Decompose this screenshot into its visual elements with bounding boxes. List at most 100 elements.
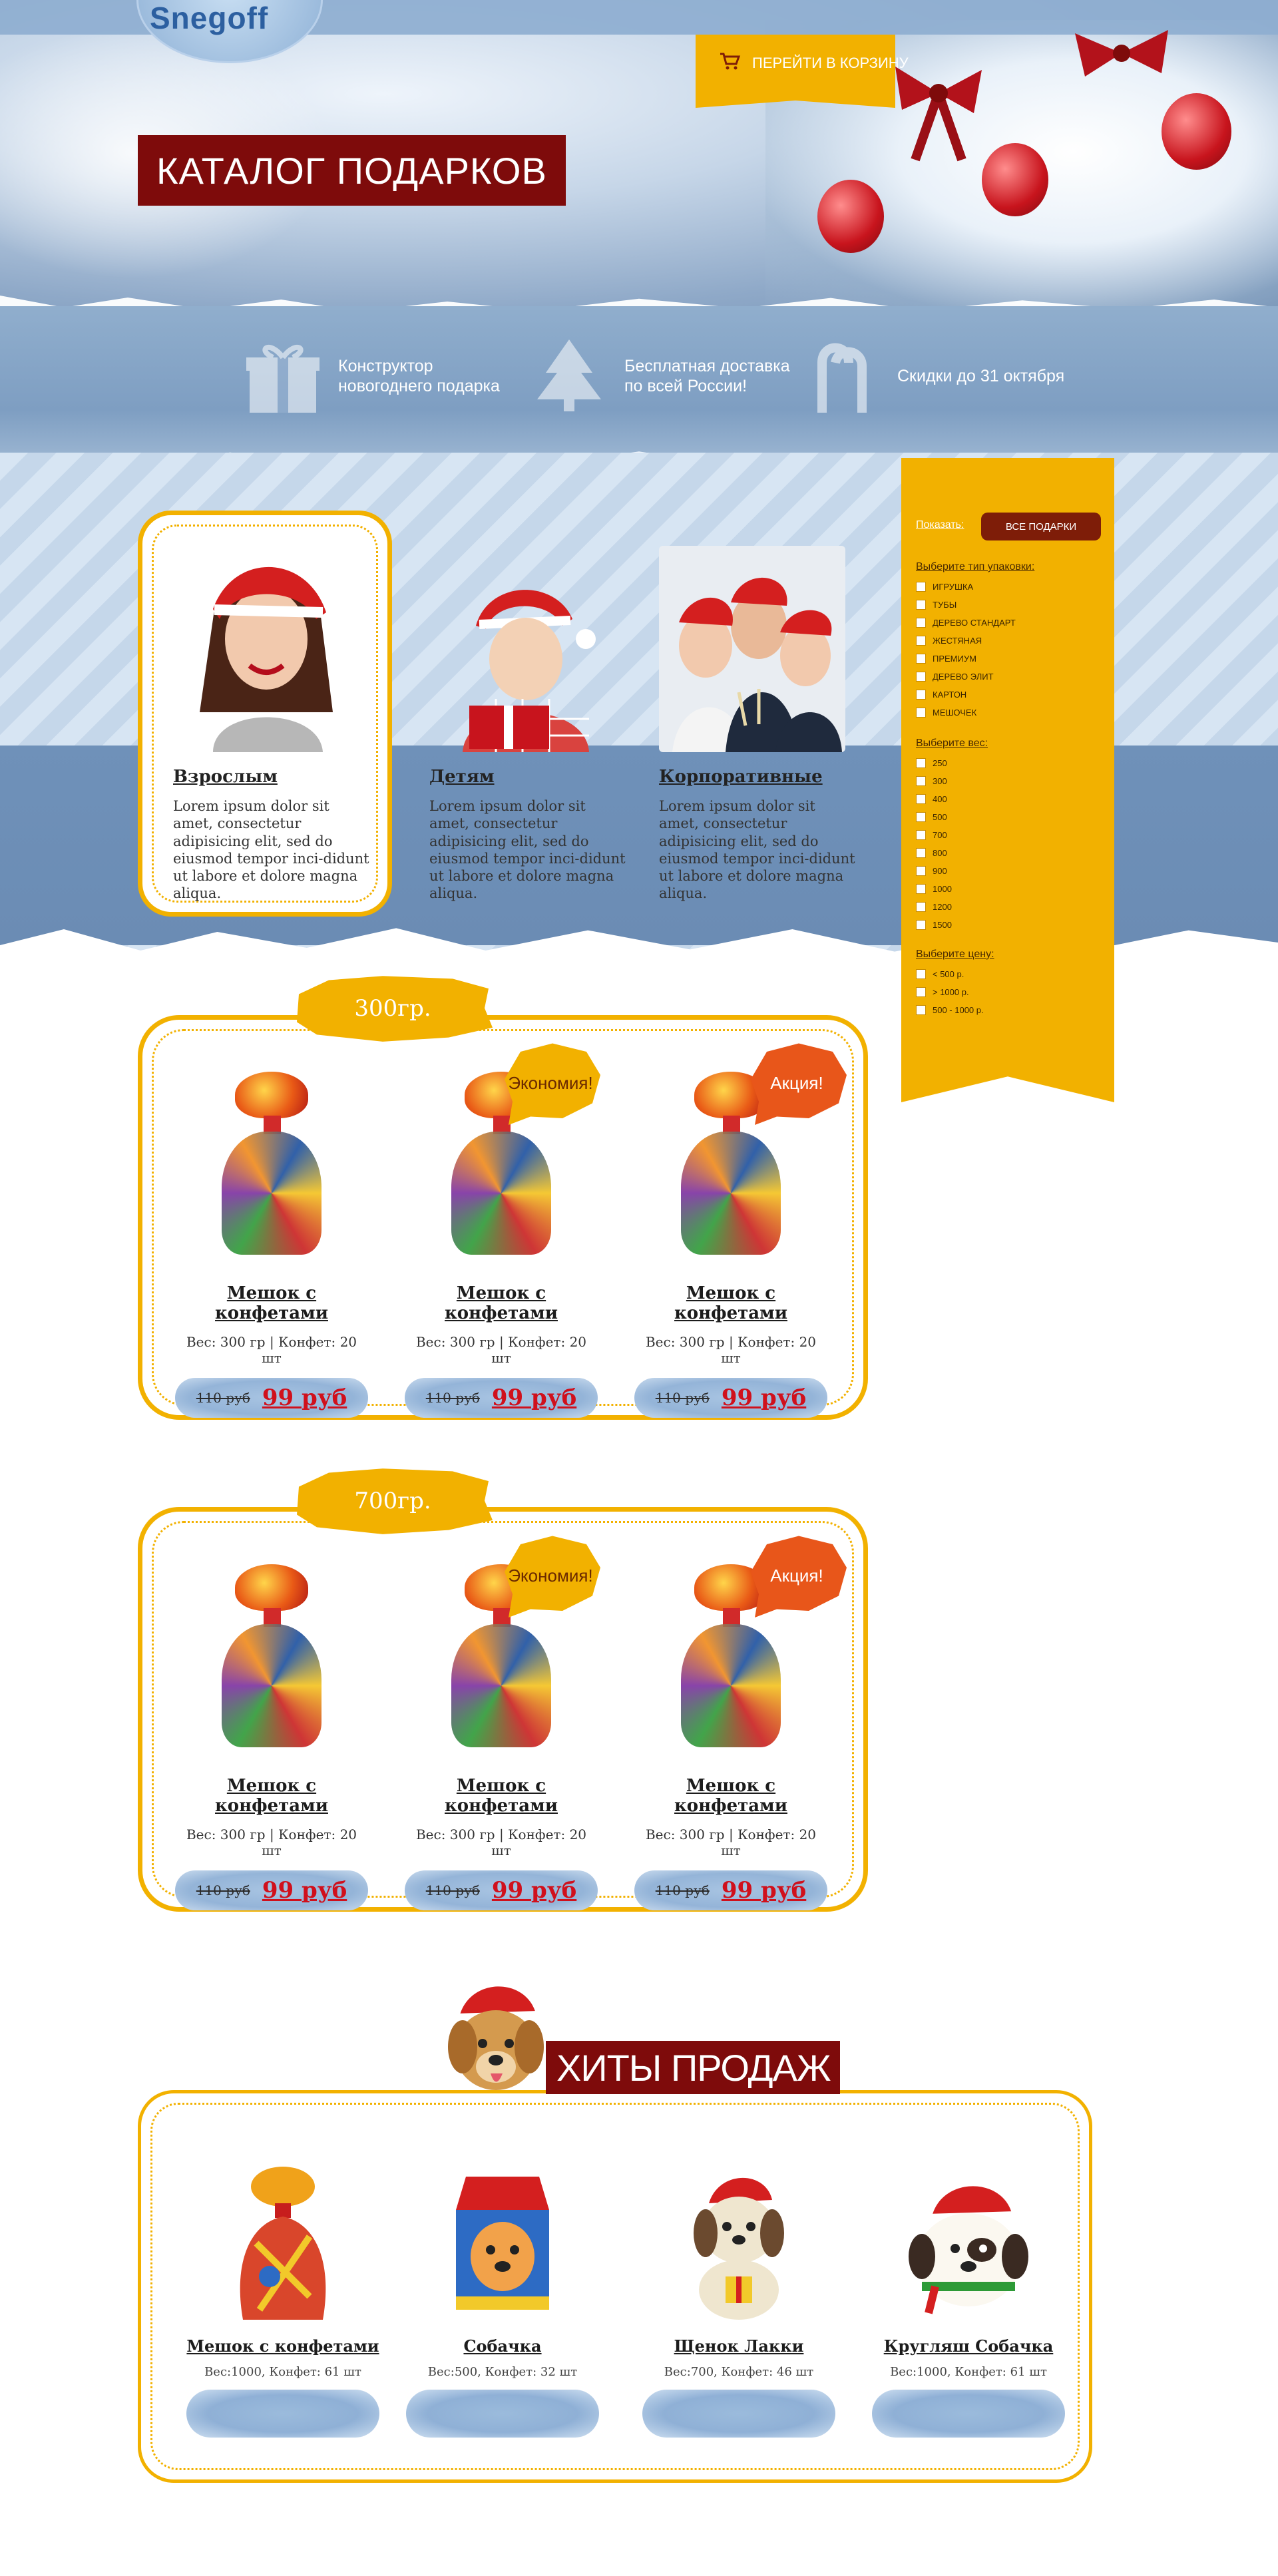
bestseller-title[interactable]: Кругляш Собачка bbox=[869, 2336, 1068, 2356]
feature-free-delivery[interactable]: Бесплатная доставка по всей России! bbox=[526, 333, 790, 419]
filter-option-weight[interactable]: 250 bbox=[916, 758, 947, 768]
filter-option-weight[interactable]: 500 bbox=[916, 812, 947, 822]
bestseller-title[interactable]: Мешок с конфетами bbox=[183, 2336, 383, 2356]
bestseller-card[interactable]: Мешок с конфетами Вес:1000, Конфет: 61 ш… bbox=[183, 2163, 383, 2438]
filter-option-price[interactable]: < 500 р. bbox=[916, 969, 964, 979]
filter-option-price[interactable]: > 1000 р. bbox=[916, 987, 969, 997]
product-title[interactable]: Мешок с конфетами bbox=[175, 1283, 368, 1323]
filter-option-weight[interactable]: 1200 bbox=[916, 902, 952, 912]
new-price[interactable]: 99 руб bbox=[722, 1385, 806, 1411]
filter-option-weight[interactable]: 700 bbox=[916, 830, 947, 840]
product-card[interactable]: Мешок с конфетами Вес: 300 гр | Конфет: … bbox=[405, 1072, 598, 1418]
new-price[interactable]: 99 руб bbox=[722, 1877, 806, 1904]
product-card[interactable]: Мешок с конфетами Вес: 300 гр | Конфет: … bbox=[634, 1072, 827, 1418]
filter-option-packaging[interactable]: ДЕРЕВО ЭЛИТ bbox=[916, 672, 994, 682]
weight-filter-title: Выберите вес: bbox=[916, 738, 988, 749]
checkbox[interactable] bbox=[916, 987, 926, 997]
filter-option-weight[interactable]: 800 bbox=[916, 848, 947, 858]
product-title[interactable]: Мешок с конфетами bbox=[634, 1776, 827, 1816]
feature-discounts[interactable]: Скидки до 31 октября bbox=[799, 333, 1064, 419]
filter-option-packaging[interactable]: ЖЕСТЯНАЯ bbox=[916, 636, 982, 646]
bestseller-title[interactable]: Собачка bbox=[403, 2336, 602, 2356]
group-weight-label: 700гр. bbox=[297, 1468, 493, 1534]
checkbox[interactable] bbox=[916, 582, 926, 592]
product-card[interactable]: Мешок с конфетами Вес: 300 гр | Конфет: … bbox=[175, 1564, 368, 1910]
filter-option-packaging[interactable]: КАРТОН bbox=[916, 690, 966, 700]
checkbox[interactable] bbox=[916, 920, 926, 930]
product-title[interactable]: Мешок с конфетами bbox=[175, 1776, 368, 1816]
checkbox[interactable] bbox=[916, 902, 926, 912]
new-price[interactable]: 99 руб bbox=[262, 1385, 347, 1411]
product-card[interactable]: Мешок с конфетами Вес: 300 гр | Конфет: … bbox=[175, 1072, 368, 1418]
checkbox[interactable] bbox=[916, 776, 926, 786]
bestseller-card[interactable]: Собачка Вес:500, Конфет: 32 шт bbox=[403, 2163, 602, 2438]
feature-line: новогоднего подарка bbox=[338, 377, 500, 395]
filter-option-weight[interactable]: 900 bbox=[916, 866, 947, 876]
filter-option-weight[interactable]: 1000 bbox=[916, 884, 952, 894]
checkbox[interactable] bbox=[916, 690, 926, 700]
filter-option-weight[interactable]: 400 bbox=[916, 794, 947, 804]
candy-bag-image[interactable] bbox=[212, 1072, 331, 1258]
old-price: 110 руб bbox=[425, 1390, 480, 1406]
bestseller-card[interactable]: Щенок Лакки Вес:700, Конфет: 46 шт bbox=[639, 2163, 839, 2438]
product-card[interactable]: Мешок с конфетами Вес: 300 гр | Конфет: … bbox=[405, 1564, 598, 1910]
go-to-cart-button[interactable]: ПЕРЕЙТИ В КОРЗИНУ bbox=[719, 52, 909, 75]
checkbox[interactable] bbox=[916, 812, 926, 822]
category-kids[interactable]: Детям Lorem ipsum dolor sit amet, consec… bbox=[429, 546, 629, 903]
filter-option-packaging[interactable]: ДЕРЕВО СТАНДАРТ bbox=[916, 618, 1016, 628]
bestseller-card[interactable]: Кругляш Собачка Вес:1000, Конфет: 61 шт bbox=[869, 2163, 1068, 2438]
filter-option-weight[interactable]: 300 bbox=[916, 776, 947, 786]
checkbox[interactable] bbox=[916, 708, 926, 718]
product-info: Вес: 300 гр | Конфет: 20 шт bbox=[645, 1826, 817, 1858]
filter-option-packaging[interactable]: ИГРУШКА bbox=[916, 582, 973, 592]
category-title[interactable]: Корпоративные bbox=[659, 767, 859, 787]
bestseller-title[interactable]: Щенок Лакки bbox=[639, 2336, 839, 2356]
category-adults[interactable]: Взрослым Lorem ipsum dolor sit amet, con… bbox=[173, 546, 373, 903]
candy-bag-image[interactable] bbox=[212, 1564, 331, 1751]
checkbox[interactable] bbox=[916, 1005, 926, 1015]
category-corporate[interactable]: Корпоративные Lorem ipsum dolor sit amet… bbox=[659, 546, 859, 903]
checkbox[interactable] bbox=[916, 636, 926, 646]
new-price[interactable]: 99 руб bbox=[262, 1877, 347, 1904]
checkbox[interactable] bbox=[916, 600, 926, 610]
checkbox[interactable] bbox=[916, 758, 926, 768]
feature-gift-builder[interactable]: Конструктор новогоднего подарка bbox=[240, 333, 500, 419]
candy-bag-image[interactable] bbox=[210, 2163, 356, 2323]
product-info: Вес: 300 гр | Конфет: 20 шт bbox=[645, 1334, 817, 1366]
checkbox[interactable] bbox=[916, 654, 926, 664]
bestseller-info: Вес:1000, Конфет: 61 шт bbox=[204, 2365, 361, 2379]
product-info: Вес: 300 гр | Конфет: 20 шт bbox=[415, 1334, 587, 1366]
bestseller-info: Вес:500, Конфет: 32 шт bbox=[427, 2365, 578, 2379]
category-photo-woman bbox=[173, 546, 359, 752]
show-label: Показать: bbox=[916, 519, 964, 531]
logo[interactable]: Snegoff bbox=[150, 0, 268, 36]
product-title[interactable]: Мешок с конфетами bbox=[634, 1283, 827, 1323]
filter-option-packaging[interactable]: МЕШОЧЕК bbox=[916, 708, 976, 718]
product-title[interactable]: Мешок с конфетами bbox=[405, 1776, 598, 1816]
old-price: 110 руб bbox=[655, 1882, 710, 1898]
product-card[interactable]: Мешок с конфетами Вес: 300 гр | Конфет: … bbox=[634, 1564, 827, 1910]
round-dog-toy-image[interactable] bbox=[895, 2163, 1042, 2323]
checkbox[interactable] bbox=[916, 969, 926, 979]
checkbox[interactable] bbox=[916, 618, 926, 628]
new-price[interactable]: 99 руб bbox=[492, 1877, 576, 1904]
filter-option-price[interactable]: 500 - 1000 р. bbox=[916, 1005, 984, 1015]
dog-gift-box-image[interactable] bbox=[429, 2163, 576, 2323]
checkbox[interactable] bbox=[916, 848, 926, 858]
filter-option-packaging[interactable]: ТУБЫ bbox=[916, 600, 957, 610]
category-title[interactable]: Детям bbox=[429, 767, 629, 787]
filter-option-packaging[interactable]: ПРЕМИУМ bbox=[916, 654, 976, 664]
checkbox[interactable] bbox=[916, 830, 926, 840]
puppy-toy-image[interactable] bbox=[666, 2163, 812, 2323]
price-block: 110 руб 99 руб bbox=[634, 1870, 827, 1910]
filter-option-weight[interactable]: 1500 bbox=[916, 920, 952, 930]
price-block bbox=[406, 2390, 599, 2438]
checkbox[interactable] bbox=[916, 794, 926, 804]
new-price[interactable]: 99 руб bbox=[492, 1385, 576, 1411]
checkbox[interactable] bbox=[916, 866, 926, 876]
category-title[interactable]: Взрослым bbox=[173, 767, 373, 787]
checkbox[interactable] bbox=[916, 884, 926, 894]
all-gifts-button[interactable]: ВСЕ ПОДАРКИ bbox=[981, 513, 1101, 540]
product-title[interactable]: Мешок с конфетами bbox=[405, 1283, 598, 1323]
checkbox[interactable] bbox=[916, 672, 926, 682]
